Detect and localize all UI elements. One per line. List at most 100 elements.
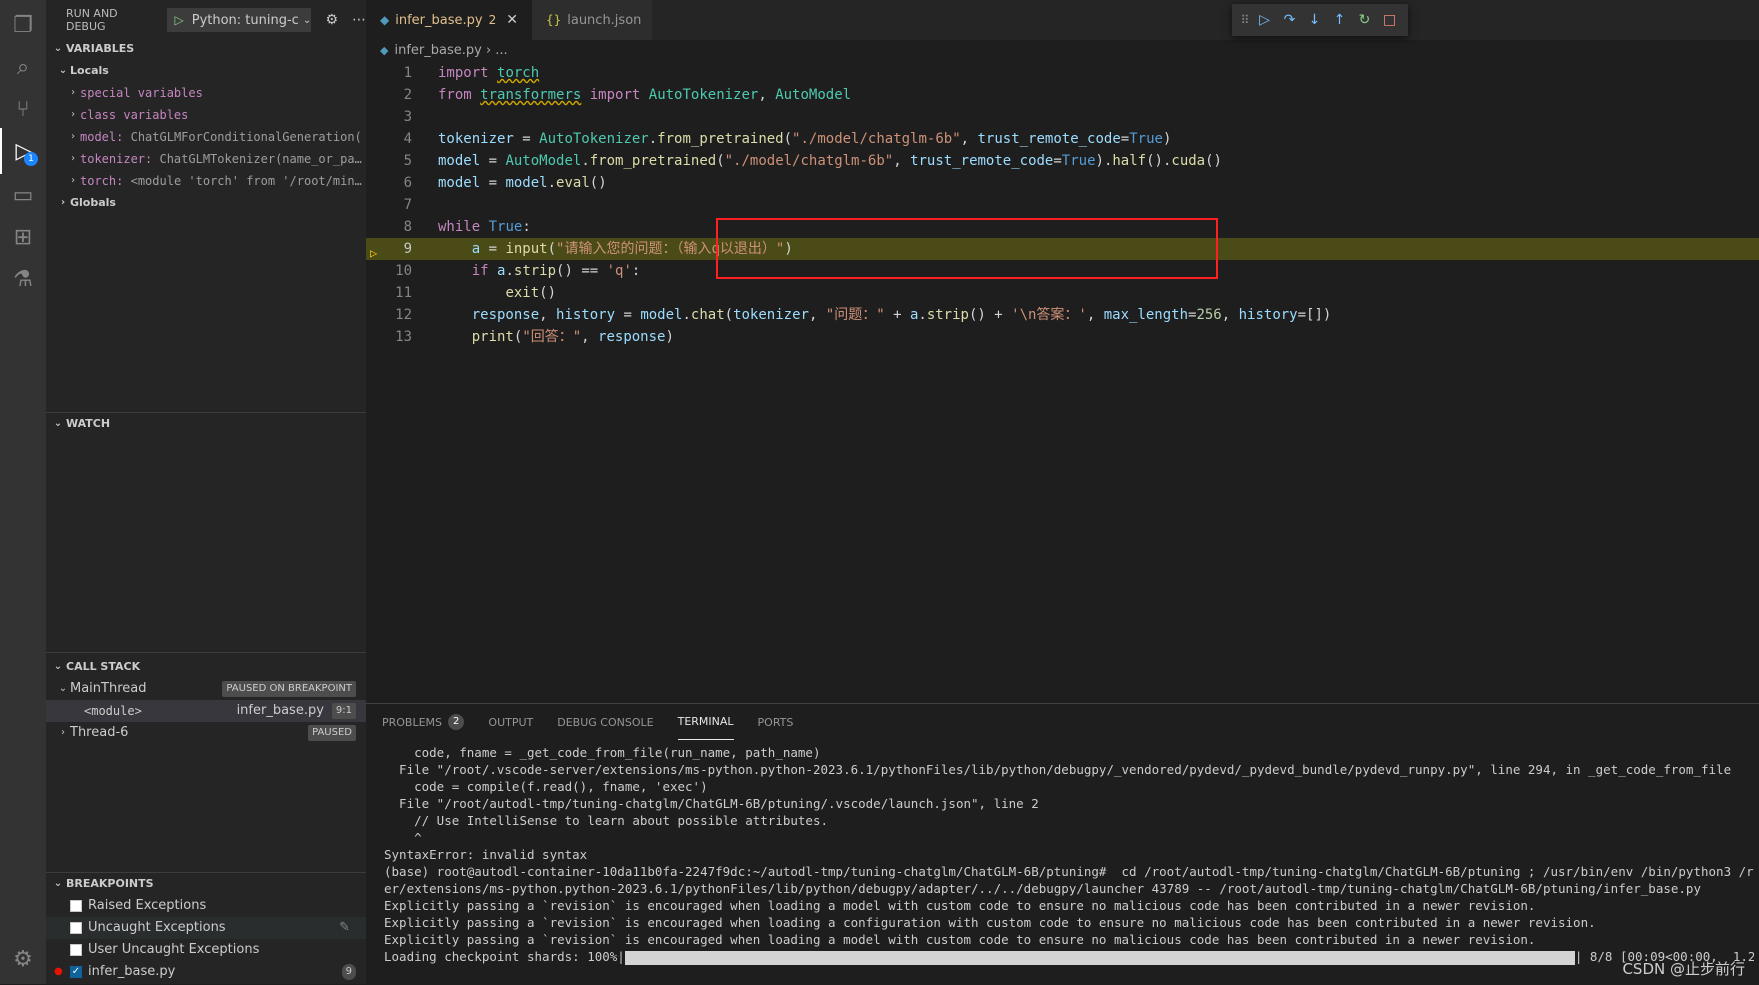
- terminal-output[interactable]: code, fname = _get_code_from_file(run_na…: [384, 744, 1754, 965]
- line-number: 8: [403, 219, 412, 235]
- thread-row[interactable]: › Thread-6 PAUSED: [46, 722, 366, 744]
- debug-config-select[interactable]: ▷ Python: tuning-c ⌄: [166, 8, 312, 32]
- terminal-line: Explicitly passing a `revision` is encou…: [384, 932, 1536, 947]
- run-debug-icon[interactable]: ▷ 1: [0, 128, 46, 174]
- watermark: CSDN @止步前行: [1622, 960, 1745, 978]
- panel-tabs: PROBLEMS 2 OUTPUT DEBUG CONSOLE TERMINAL …: [366, 704, 1759, 740]
- chevron-right-icon: ›: [69, 175, 77, 186]
- testing-icon[interactable]: ⚗: [0, 256, 46, 302]
- breadcrumb: ◆ infer_base.py › ...: [366, 40, 1759, 62]
- tab-terminal[interactable]: TERMINAL: [677, 704, 734, 740]
- globals-scope[interactable]: › Globals: [46, 192, 366, 214]
- variable-name: tokenizer:: [80, 152, 153, 166]
- code-line[interactable]: 2 from transformers import AutoTokenizer,…: [366, 84, 1759, 106]
- stop-icon[interactable]: □: [1377, 12, 1402, 28]
- tab-debug-console[interactable]: DEBUG CONSOLE: [557, 704, 653, 740]
- chevron-down-icon: ⌄: [58, 683, 68, 694]
- search-icon[interactable]: ⌕: [0, 44, 46, 90]
- breadcrumb-file[interactable]: infer_base.py: [394, 43, 481, 58]
- variable-name: model:: [80, 130, 124, 144]
- continue-icon[interactable]: ▷: [1252, 12, 1277, 28]
- code-line[interactable]: 11 exit(): [366, 282, 1759, 304]
- checkbox[interactable]: [70, 944, 82, 956]
- variable-row[interactable]: › model: ChatGLMForConditionalGeneration(: [46, 126, 366, 148]
- step-over-icon[interactable]: ↷: [1277, 12, 1302, 28]
- settings-gear-icon[interactable]: ⚙: [0, 936, 46, 982]
- terminal-line: code, fname = _get_code_from_file(run_na…: [384, 745, 821, 760]
- code-line[interactable]: 4 tokenizer = AutoTokenizer.from_pretrain…: [366, 128, 1759, 150]
- source-control-icon[interactable]: ⑂: [0, 86, 46, 132]
- watch-header[interactable]: ⌄ WATCH: [46, 413, 366, 435]
- line-number: 5: [403, 153, 412, 169]
- step-out-icon[interactable]: ↑: [1327, 12, 1352, 28]
- breakpoint-item[interactable]: Raised Exceptions: [46, 895, 366, 917]
- debug-config-label: Python: tuning-c: [191, 12, 299, 28]
- extensions-icon[interactable]: ⊞: [0, 214, 46, 260]
- breakpoint-label: User Uncaught Exceptions: [88, 942, 260, 957]
- variable-value: <module 'torch' from '/root/min…: [130, 174, 362, 188]
- variable-row[interactable]: › tokenizer: ChatGLMTokenizer(name_or_pa…: [46, 148, 366, 170]
- tab-ports[interactable]: PORTS: [758, 704, 794, 740]
- close-icon[interactable]: ✕: [506, 12, 518, 28]
- chevron-right-icon: ›: [69, 153, 77, 164]
- code-line[interactable]: 5 model = AutoModel.from_pretrained("./mo…: [366, 150, 1759, 172]
- sidebar-title: RUN AND DEBUG: [66, 7, 118, 33]
- breakpoint-item[interactable]: Uncaught Exceptions ✎: [46, 917, 366, 939]
- restart-icon[interactable]: ↻: [1352, 12, 1377, 28]
- checkbox[interactable]: [70, 922, 82, 934]
- tab-infer-base[interactable]: ◆ infer_base.py 2 ✕: [366, 0, 532, 40]
- chevron-right-icon: ›: [61, 727, 65, 738]
- code-line[interactable]: 6 model = model.eval(): [366, 172, 1759, 194]
- drag-handle-icon[interactable]: ⠿: [1238, 13, 1252, 27]
- variable-row[interactable]: › special variables: [46, 82, 366, 104]
- start-debug-icon[interactable]: ▷: [175, 13, 184, 27]
- code-editor[interactable]: 1 import torch 2 from transformers import …: [366, 62, 1759, 348]
- chevron-right-icon: ›: [485, 43, 496, 58]
- breakpoint-label: infer_base.py: [88, 964, 176, 979]
- chevron-right-icon: ›: [69, 131, 77, 142]
- line-number: 13: [395, 329, 412, 345]
- variable-row[interactable]: › class variables: [46, 104, 366, 126]
- chevron-down-icon: ⌄: [53, 43, 63, 54]
- gear-icon[interactable]: ⚙: [325, 12, 338, 28]
- checkbox[interactable]: ✓: [70, 966, 82, 978]
- edit-condition-icon[interactable]: ✎: [339, 917, 350, 939]
- variable-row[interactable]: › torch: <module 'torch' from '/root/min…: [46, 170, 366, 192]
- code-line[interactable]: 1 import torch: [366, 62, 1759, 84]
- code-line[interactable]: 12 response, history = model.chat(tokeni…: [366, 304, 1759, 326]
- checkbox[interactable]: [70, 900, 82, 912]
- thread-row[interactable]: ⌄ MainThread PAUSED ON BREAKPOINT: [46, 678, 366, 700]
- debug-badge: 1: [24, 152, 38, 166]
- thread-name: MainThread: [70, 681, 147, 696]
- tab-problems[interactable]: PROBLEMS 2: [382, 704, 465, 740]
- tab-output[interactable]: OUTPUT: [488, 704, 533, 740]
- line-number: 3: [403, 109, 412, 125]
- line-text: import torch: [438, 65, 540, 81]
- stack-frame-row[interactable]: <module> infer_base.py 9:1: [46, 700, 366, 722]
- progress-bar: [624, 950, 1575, 965]
- line-number: 1: [403, 65, 412, 81]
- breakpoint-item[interactable]: ● ✓ infer_base.py 9: [46, 961, 366, 983]
- breakpoint-item[interactable]: User Uncaught Exceptions: [46, 939, 366, 961]
- step-into-icon[interactable]: ↓: [1302, 12, 1327, 28]
- code-line[interactable]: 13 print("回答：", response): [366, 326, 1759, 348]
- tab-label: launch.json: [567, 12, 642, 28]
- remote-explorer-icon[interactable]: ▭: [0, 172, 46, 218]
- tab-launch-json[interactable]: {} launch.json: [531, 0, 652, 40]
- code-line[interactable]: 3: [366, 106, 1759, 128]
- breakpoints-header[interactable]: ⌄ BREAKPOINTS: [46, 873, 366, 895]
- locals-scope[interactable]: ⌄ Locals: [46, 60, 366, 82]
- activity-bar: ❐ ⌕ ⑂ ▷ 1 ▭ ⊞ ⚗ ⚙: [0, 0, 46, 984]
- chevron-down-icon: ⌄: [53, 418, 63, 429]
- watch-title: WATCH: [66, 417, 111, 430]
- breadcrumb-symbol[interactable]: ...: [495, 43, 507, 58]
- call-stack-header[interactable]: ⌄ CALL STACK: [46, 656, 366, 678]
- terminal-line: // Use IntelliSense to learn about possi…: [384, 813, 829, 828]
- code-line[interactable]: 7: [366, 194, 1759, 216]
- python-file-icon: ◆: [380, 13, 390, 27]
- breakpoint-label: Uncaught Exceptions: [88, 920, 226, 935]
- frame-name: <module>: [84, 704, 142, 718]
- variables-header[interactable]: ⌄ VARIABLES: [46, 38, 366, 60]
- more-actions-icon[interactable]: ⋯: [352, 12, 366, 28]
- files-icon[interactable]: ❐: [0, 2, 46, 48]
